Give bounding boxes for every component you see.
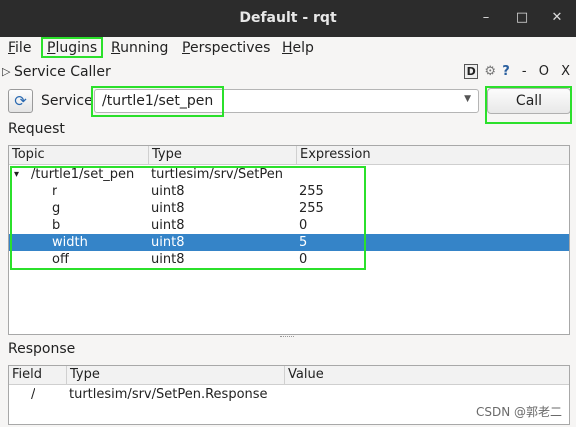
response-table-header: Field Type Value: [9, 366, 569, 385]
response-label: Response: [8, 341, 76, 357]
request-label: Request: [8, 121, 65, 137]
request-rows-highlight-box: [10, 166, 366, 270]
response-row[interactable]: / turtlesim/srv/SetPen.Response: [9, 386, 569, 403]
refresh-icon: ⟳: [14, 92, 27, 110]
minimize-button[interactable]: –: [475, 8, 497, 28]
plugin-header: ▷ Service Caller D ⚙ ? - O X: [0, 62, 576, 84]
request-table-header: Topic Type Expression: [9, 146, 569, 165]
col-topic[interactable]: Topic: [9, 146, 148, 165]
menu-perspectives[interactable]: Perspectives: [182, 40, 270, 56]
service-highlight-box: [91, 86, 224, 117]
col-type[interactable]: Type: [148, 146, 296, 165]
response-type: turtlesim/srv/SetPen.Response: [69, 387, 268, 402]
title-bar: Default - rqt – □ ✕: [0, 0, 576, 37]
maximize-button[interactable]: □: [511, 8, 533, 28]
close-plugin-button[interactable]: X: [561, 64, 570, 79]
splitter-handle[interactable]: [280, 336, 294, 339]
plugins-highlight-box: [41, 37, 103, 58]
col-value[interactable]: Value: [284, 366, 569, 385]
col-expression[interactable]: Expression: [296, 146, 569, 165]
minimize-plugin-button[interactable]: -: [522, 64, 527, 79]
close-button[interactable]: ✕: [546, 8, 568, 28]
menu-help[interactable]: Help: [282, 40, 314, 56]
settings-gear-icon[interactable]: ⚙: [484, 64, 496, 79]
plugin-title: Service Caller: [14, 64, 111, 80]
col-field[interactable]: Field: [9, 366, 66, 385]
refresh-button[interactable]: ⟳: [8, 89, 33, 113]
col-response-type[interactable]: Type: [66, 366, 284, 385]
watermark: CSDN @郭老二: [475, 405, 562, 419]
plugin-header-icons: D ⚙ ? - O X: [462, 64, 570, 82]
call-highlight-box: [485, 86, 572, 124]
response-field: /: [31, 387, 36, 402]
dock-icon[interactable]: D: [464, 64, 479, 79]
menu-running[interactable]: Running: [111, 40, 168, 56]
menu-file[interactable]: File: [8, 40, 31, 56]
chevron-down-icon[interactable]: ▼: [464, 94, 471, 104]
service-label: Service: [41, 93, 93, 109]
collapse-triangle-icon[interactable]: ▷: [2, 65, 10, 78]
help-icon[interactable]: ?: [502, 64, 510, 79]
float-plugin-button[interactable]: O: [539, 64, 549, 79]
